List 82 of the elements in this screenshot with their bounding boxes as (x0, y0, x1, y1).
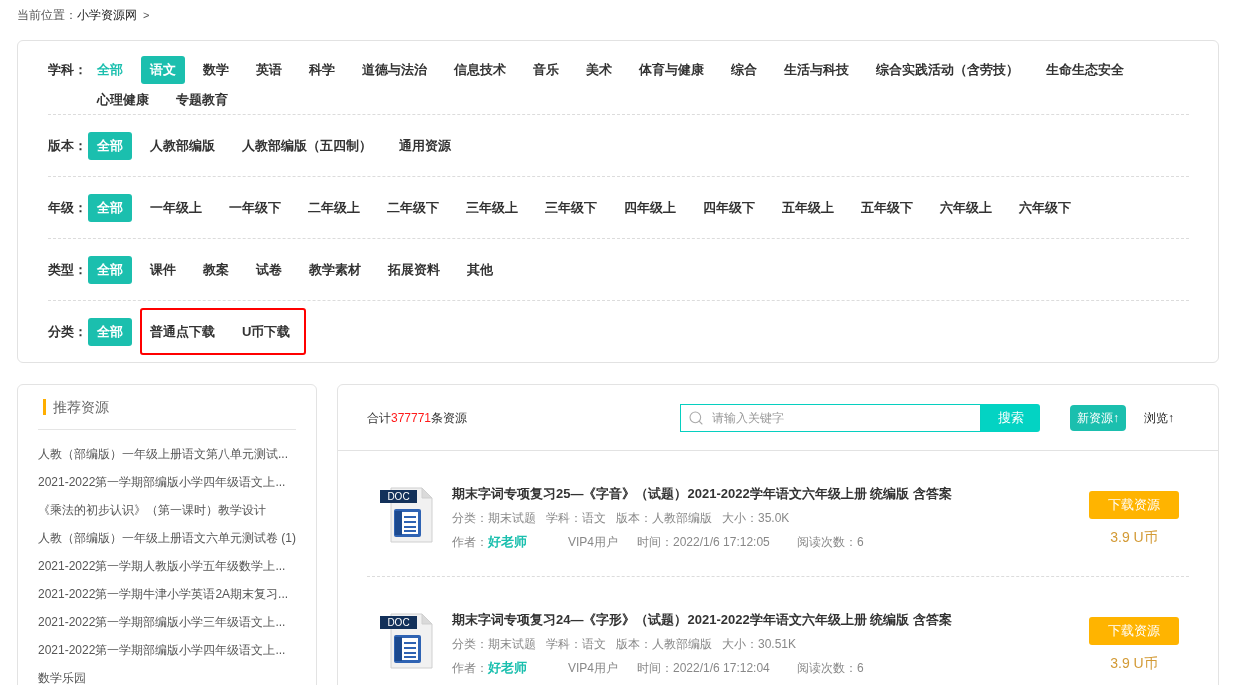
filter-option[interactable]: 拓展资料 (379, 256, 449, 284)
filter-option[interactable]: 生活与科技 (775, 56, 858, 84)
filter-option[interactable]: 数学 (194, 56, 238, 84)
filter-option[interactable]: 通用资源 (390, 132, 460, 160)
breadcrumb-label: 当前位置： (17, 7, 77, 23)
recommended-link[interactable]: 2021-2022第一学期人教版小学五年级数学上... (38, 552, 296, 580)
resource-title-link[interactable]: 期末字词专项复习24—《字形》（试题）2021-2022学年语文六年级上册 统编版 含答案 (452, 612, 952, 628)
recommended-link[interactable]: 2021-2022第一学期部编版小学四年级语文上... (38, 468, 296, 496)
recommended-link[interactable]: 数学乐园 (38, 664, 296, 685)
user-rank-text: VIP4用户 (568, 534, 619, 550)
meta-text: 分类：期末试题 (452, 510, 536, 526)
accent-bar (43, 399, 46, 415)
filter-option[interactable]: 人教部编版（五四制） (233, 132, 381, 160)
filter-option[interactable]: 六年级上 (931, 194, 1001, 222)
breadcrumb-link[interactable]: 小学资源网 (77, 7, 137, 23)
meta-text: 学科：语文 (546, 510, 606, 526)
recommended-link[interactable]: 《乘法的初步认识》（第一课时）教学设计 (38, 496, 296, 524)
search-field[interactable]: 请输入关键字 (680, 403, 981, 432)
resource-title-link[interactable]: 期末字词专项复习25—《字音》（试题）2021-2022学年语文六年级上册 统编版 含答案 (452, 486, 952, 502)
recommended-link[interactable]: 2021-2022第一学期部编版小学三年级语文上... (38, 608, 296, 636)
filter-option[interactable]: 三年级上 (457, 194, 527, 222)
filter-option[interactable]: 心理健康 (88, 86, 158, 114)
filter-option[interactable]: 二年级上 (299, 194, 369, 222)
meta-text: 大小：30.51K (722, 636, 797, 652)
time-text: 时间：2022/1/6 17:12:04 (637, 660, 771, 676)
sort-button[interactable]: 浏览↑ (1137, 404, 1181, 431)
filter-option[interactable]: 科学 (300, 56, 344, 84)
author-label: 作者： (452, 660, 488, 676)
filter-option[interactable]: 课件 (141, 256, 185, 284)
price-text: 3.9 U币 (1110, 528, 1158, 547)
meta-text: 版本：人教部编版 (616, 510, 712, 526)
filter-option[interactable]: 五年级上 (773, 194, 843, 222)
meta-text: 版本：人教部编版 (616, 636, 712, 652)
total-count-text: 合计377771条资源 (367, 409, 468, 427)
recommended-link[interactable]: 人教（部编版）一年级上册语文第八单元测试... (38, 440, 296, 468)
filter-option[interactable]: 二年级下 (378, 194, 448, 222)
filter-label: 年级： (48, 199, 88, 217)
filter-option[interactable]: 生命生态安全 (1037, 56, 1133, 84)
filter-option[interactable]: 六年级下 (1010, 194, 1080, 222)
filter-option[interactable]: 一年级上 (141, 194, 211, 222)
views-text: 阅读次数：6 (797, 660, 864, 676)
file-type-label: DOC (380, 616, 417, 629)
filter-option[interactable]: 五年级下 (852, 194, 922, 222)
meta-text: 学科：语文 (546, 636, 606, 652)
filter-option[interactable]: 教学素材 (300, 256, 370, 284)
author-label: 作者： (452, 534, 488, 550)
time-text: 时间：2022/1/6 17:12:05 (637, 534, 771, 550)
price-text: 3.9 U币 (1110, 654, 1158, 673)
filter-option[interactable]: 其他 (458, 256, 502, 284)
filter-option[interactable]: 教案 (194, 256, 238, 284)
filter-label: 分类： (48, 323, 88, 341)
filter-option[interactable]: 美术 (577, 56, 621, 84)
filter-option[interactable]: 三年级下 (536, 194, 606, 222)
filter-option[interactable]: 音乐 (524, 56, 568, 84)
meta-text: 分类：期末试题 (452, 636, 536, 652)
filter-label: 版本： (48, 137, 88, 155)
views-text: 阅读次数：6 (797, 534, 864, 550)
filter-option[interactable]: 综合实践活动（含劳技） (867, 56, 1028, 84)
filter-option[interactable]: 人教部编版 (141, 132, 224, 160)
search-icon (688, 409, 704, 426)
filter-option[interactable]: 体育与健康 (630, 56, 713, 84)
filter-option[interactable]: 英语 (247, 56, 291, 84)
filter-option[interactable]: 四年级上 (615, 194, 685, 222)
panel-title: 推荐资源 (53, 399, 109, 415)
file-type-label: DOC (380, 490, 417, 503)
filter-option[interactable]: 道德与法治 (353, 56, 436, 84)
filter-label: 类型： (48, 261, 88, 279)
filter-option[interactable]: U币下载 (233, 318, 300, 346)
recommended-link[interactable]: 2021-2022第一学期牛津小学英语2A期末复习... (38, 580, 296, 608)
filter-option[interactable]: 四年级下 (694, 194, 764, 222)
breadcrumb-separator: > (143, 8, 150, 23)
user-rank-text: VIP4用户 (568, 660, 619, 676)
filter-label: 学科： (48, 61, 88, 79)
meta-text: 大小：35.0K (722, 510, 790, 526)
filter-option[interactable]: 一年级下 (220, 194, 290, 222)
filter-option[interactable]: 信息技术 (445, 56, 515, 84)
filter-option[interactable]: 试卷 (247, 256, 291, 284)
filter-option[interactable]: 综合 (722, 56, 766, 84)
filter-option[interactable]: 专题教育 (167, 86, 237, 114)
recommended-link[interactable]: 人教（部编版）一年级上册语文六单元测试卷 (1) (38, 524, 296, 552)
recommended-link[interactable]: 2021-2022第一学期部编版小学四年级语文上... (38, 636, 296, 664)
filter-option[interactable]: 普通点下载 (141, 318, 224, 346)
